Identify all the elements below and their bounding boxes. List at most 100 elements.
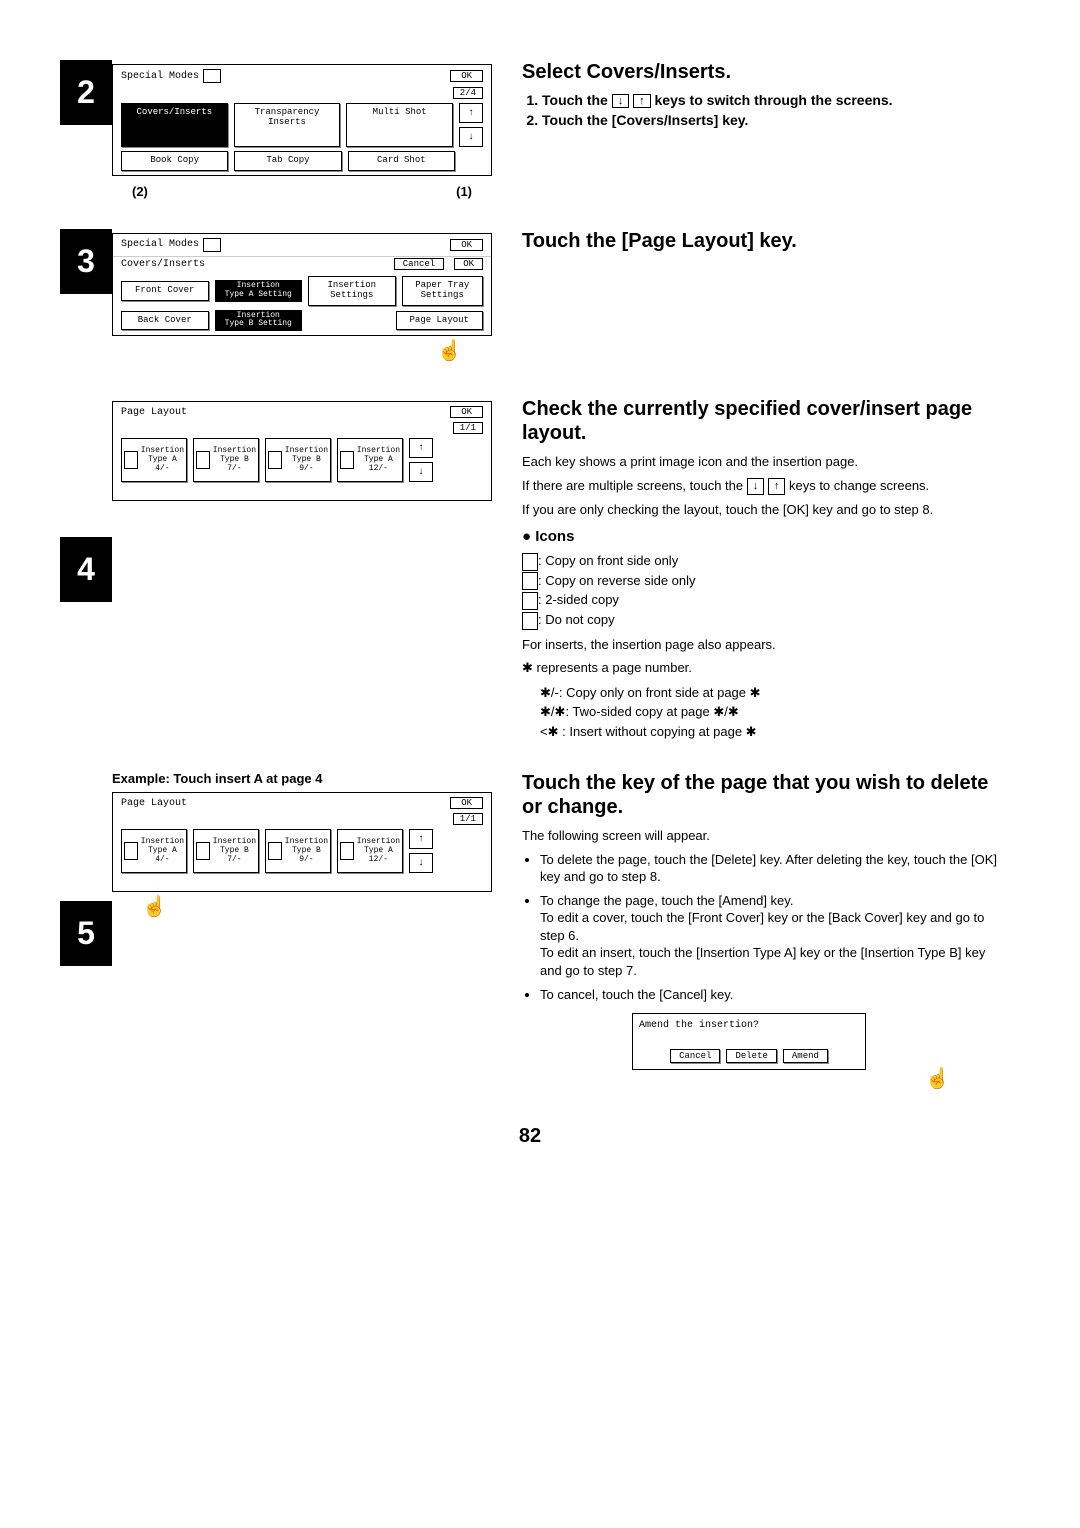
down-arrow-button[interactable]: ↓ xyxy=(409,853,433,873)
hand-pointer-icon: ☝ xyxy=(437,338,462,363)
page-icon xyxy=(196,451,210,469)
insertion-settings-button[interactable]: Insertion Settings xyxy=(308,276,396,306)
example-caption: Example: Touch insert A at page 4 xyxy=(112,771,492,786)
special-modes-screen: Special Modes OK 2/4 Covers/Inserts Tran… xyxy=(112,64,492,176)
down-arrow-button[interactable]: ↓ xyxy=(409,462,433,482)
pattern-2: ✱/✱: Two-sided copy at page ✱/✱ xyxy=(540,702,1000,722)
amend-dialog: Amend the insertion? Cancel Delete Amend xyxy=(632,1013,866,1070)
step4-heading: Check the currently specified cover/inse… xyxy=(522,397,1000,445)
page-icon xyxy=(124,842,138,860)
sub-ok-button[interactable]: OK xyxy=(454,258,483,270)
no-copy-icon xyxy=(522,612,538,630)
reverse-only-icon xyxy=(522,572,538,590)
up-arrow-button[interactable]: ↑ xyxy=(409,438,433,458)
bullet-delete: To delete the page, touch the [Delete] k… xyxy=(540,851,1000,886)
down-arrow-button[interactable]: ↓ xyxy=(459,127,483,147)
tray-icon xyxy=(203,238,221,252)
screen-title: Page Layout xyxy=(121,798,187,809)
insert-item[interactable]: InsertionType B7/- xyxy=(193,829,259,873)
up-key-icon: ↑ xyxy=(768,478,786,495)
bullet-cancel: To cancel, touch the [Cancel] key. xyxy=(540,986,1000,1004)
card-shot-button[interactable]: Card Shot xyxy=(348,151,455,171)
two-sided-icon xyxy=(522,592,538,610)
page-icon xyxy=(268,842,282,860)
down-key-icon: ↓ xyxy=(747,478,765,495)
step-number-5: 5 xyxy=(60,901,112,966)
cancel-button[interactable]: Cancel xyxy=(394,258,444,270)
covers-inserts-screen: Special Modes OK Covers/Inserts Cancel O… xyxy=(112,233,492,336)
step5-p1: The following screen will appear. xyxy=(522,827,1000,845)
down-key-icon: ↓ xyxy=(612,94,630,108)
tray-icon xyxy=(203,69,221,83)
insert-item[interactable]: InsertionType A12/- xyxy=(337,829,403,873)
insert-item[interactable]: InsertionType B7/- xyxy=(193,438,259,482)
front-cover-button[interactable]: Front Cover xyxy=(121,281,209,301)
page-number: 82 xyxy=(60,1125,1000,1148)
up-arrow-button[interactable]: ↑ xyxy=(409,829,433,849)
ok-button[interactable]: OK xyxy=(450,797,483,809)
dialog-cancel-button[interactable]: Cancel xyxy=(670,1049,720,1063)
star-icon: ✱ xyxy=(522,660,533,675)
screen-title: Page Layout xyxy=(121,407,187,418)
up-arrow-button[interactable]: ↑ xyxy=(459,103,483,123)
ok-button[interactable]: OK xyxy=(450,239,483,251)
page-icon xyxy=(340,842,354,860)
insertion-type-b-button[interactable]: Insertion Type B Setting xyxy=(215,310,303,332)
page-icon xyxy=(124,451,138,469)
icons-heading: Icons xyxy=(522,528,1000,545)
page-layout-button[interactable]: Page Layout xyxy=(396,311,484,331)
step-2: 2 Special Modes OK 2/4 Covers/Inserts Tr… xyxy=(60,60,1000,199)
caption-1: (1) xyxy=(456,184,472,199)
tab-copy-button[interactable]: Tab Copy xyxy=(234,151,341,171)
back-cover-button[interactable]: Back Cover xyxy=(121,311,209,331)
step-3: 3 Special Modes OK Covers/Inserts Cancel… xyxy=(60,229,1000,367)
pattern-1: ✱/-: Copy only on front side at page ✱ xyxy=(540,683,1000,703)
step-4: 4 Page Layout OK 1/1 InsertionType A4/- … xyxy=(60,397,1000,741)
page-icon xyxy=(340,451,354,469)
transparency-inserts-button[interactable]: Transparency Inserts xyxy=(234,103,341,147)
page-layout-screen-2: Page Layout OK 1/1 InsertionType A4/- In… xyxy=(112,792,492,892)
ok-button[interactable]: OK xyxy=(450,406,483,418)
page-indicator: 2/4 xyxy=(453,87,483,99)
page-indicator: 1/1 xyxy=(453,813,483,825)
step4-p2: If there are multiple screens, touch the… xyxy=(522,477,1000,495)
step4-p5: ✱ represents a page number. xyxy=(522,659,1000,677)
step5-heading: Touch the key of the page that you wish … xyxy=(522,771,1000,819)
step2-heading: Select Covers/Inserts. xyxy=(522,60,1000,84)
hand-pointer-icon: ☝ xyxy=(925,1066,950,1091)
insert-item[interactable]: InsertionType B9/- xyxy=(265,829,331,873)
up-key-icon: ↑ xyxy=(633,94,651,108)
paper-tray-button[interactable]: Paper Tray Settings xyxy=(402,276,484,306)
dialog-question: Amend the insertion? xyxy=(639,1020,859,1031)
page-icon xyxy=(196,842,210,860)
dialog-delete-button[interactable]: Delete xyxy=(726,1049,776,1063)
icon-desc: : Copy on front side only xyxy=(522,551,1000,571)
step4-p1: Each key shows a print image icon and th… xyxy=(522,453,1000,471)
pattern-3: <✱ : Insert without copying at page ✱ xyxy=(540,722,1000,742)
ok-button[interactable]: OK xyxy=(450,70,483,82)
step3-heading: Touch the [Page Layout] key. xyxy=(522,229,1000,253)
page-icon xyxy=(268,451,282,469)
multi-shot-button[interactable]: Multi Shot xyxy=(346,103,453,147)
step2-instr-2: Touch the [Covers/Inserts] key. xyxy=(542,112,1000,128)
step-number-3: 3 xyxy=(60,229,112,294)
bullet-change: To change the page, touch the [Amend] ke… xyxy=(540,892,1000,980)
insertion-type-a-button[interactable]: Insertion Type A Setting xyxy=(215,280,303,302)
sub-title: Covers/Inserts xyxy=(121,259,205,270)
caption-2: (2) xyxy=(132,184,148,199)
screen-title: Special Modes xyxy=(121,239,199,250)
hand-pointer-icon: ☝ xyxy=(142,894,167,919)
page-indicator: 1/1 xyxy=(453,422,483,434)
insert-item[interactable]: InsertionType A4/- xyxy=(121,829,187,873)
book-copy-button[interactable]: Book Copy xyxy=(121,151,228,171)
insert-item[interactable]: InsertionType A12/- xyxy=(337,438,403,482)
icon-desc: : Do not copy xyxy=(522,610,1000,630)
step-5: 5 Example: Touch insert A at page 4 Page… xyxy=(60,771,1000,1095)
covers-inserts-button[interactable]: Covers/Inserts xyxy=(121,103,228,147)
step-number-2: 2 xyxy=(60,60,112,125)
insert-item[interactable]: InsertionType A4/- xyxy=(121,438,187,482)
insert-item[interactable]: InsertionType B9/- xyxy=(265,438,331,482)
page-layout-screen: Page Layout OK 1/1 InsertionType A4/- In… xyxy=(112,401,492,501)
dialog-amend-button[interactable]: Amend xyxy=(783,1049,828,1063)
step2-instr-1: Touch the ↓ ↑ keys to switch through the… xyxy=(542,92,1000,108)
